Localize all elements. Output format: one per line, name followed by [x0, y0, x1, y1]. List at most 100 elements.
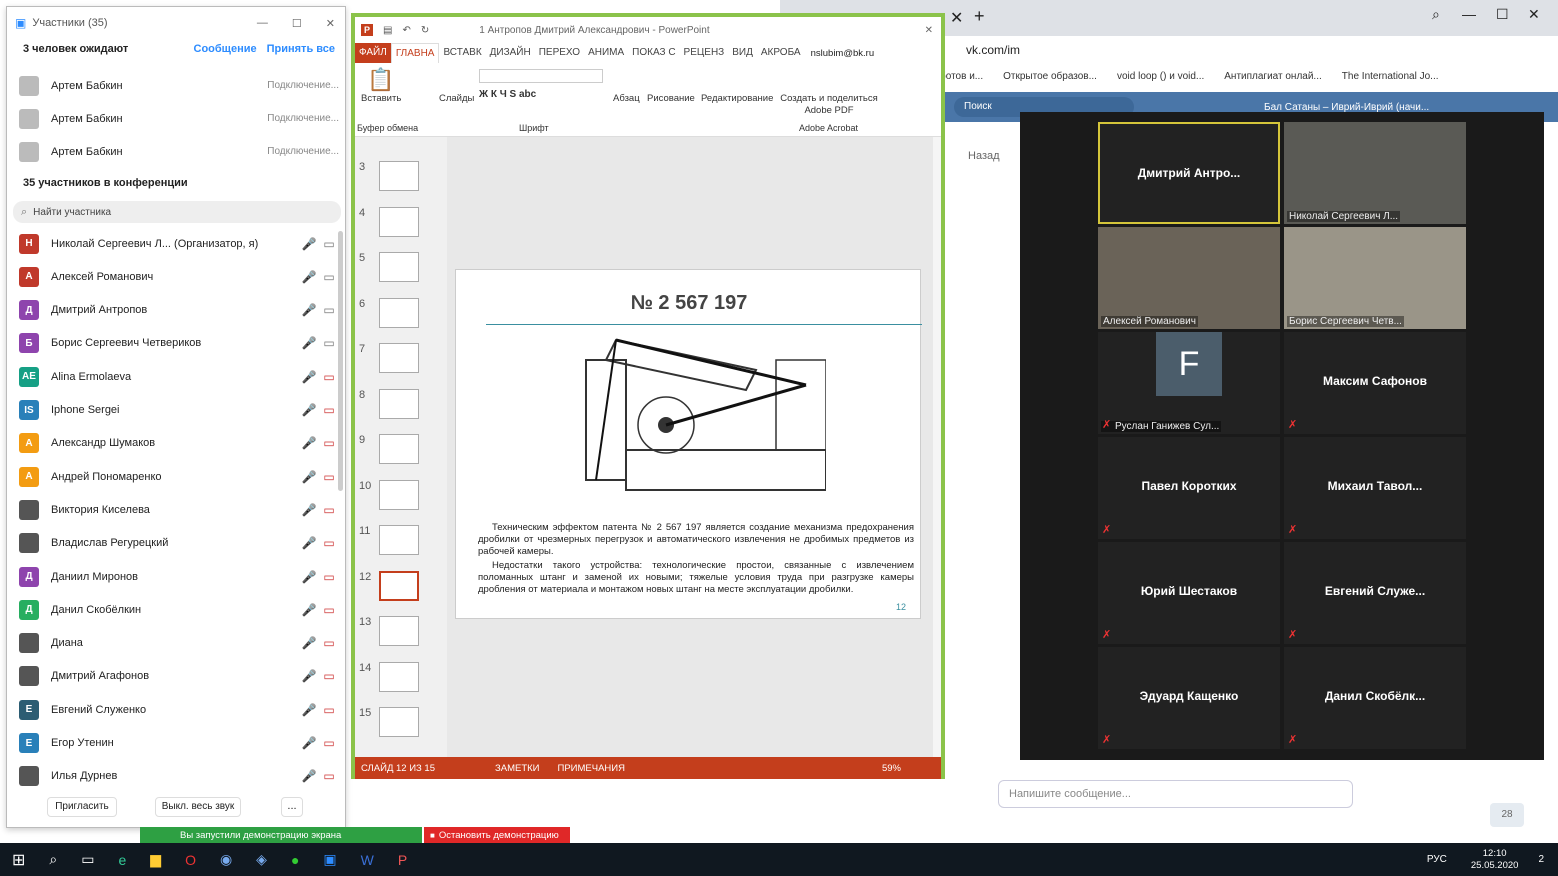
stop-share-button[interactable]: ■ Остановить демонстрацию [424, 827, 570, 843]
slide-thumbnail[interactable]: 7 [359, 343, 439, 387]
mic-icon[interactable]: 🎤 [299, 336, 319, 350]
zoom-taskbar-icon[interactable]: ▣ [323, 851, 336, 868]
video-off-icon[interactable]: ▭ [319, 636, 339, 650]
tab-slideshow[interactable]: ПОКАЗ С [628, 43, 679, 63]
mic-muted-icon[interactable]: 🎤 [299, 403, 319, 417]
comments-button[interactable]: ПРИМЕЧАНИЯ [558, 763, 625, 774]
video-icon[interactable]: ▭ [319, 237, 339, 251]
waiting-row[interactable]: Артем Бабкин Подключение... [19, 69, 339, 102]
video-tile[interactable]: Алексей Романович [1098, 227, 1280, 329]
video-off-icon[interactable]: ▭ [319, 403, 339, 417]
close-icon[interactable]: ✕ [1528, 6, 1540, 23]
video-icon[interactable]: ▭ [319, 303, 339, 317]
font-name-select[interactable] [479, 69, 603, 83]
mic-icon[interactable]: 🎤 [299, 303, 319, 317]
mic-muted-icon[interactable]: 🎤 [299, 636, 319, 650]
slide-thumbnail[interactable]: 11 [359, 525, 439, 569]
participant-row[interactable]: А Александр Шумаков 🎤 ▭ [19, 427, 339, 460]
share-pdf-button[interactable]: Создать и поделиться Adobe PDF [779, 93, 879, 117]
undo-icon[interactable]: ↶ [402, 25, 410, 36]
slide-thumbnail[interactable]: 14 [359, 661, 439, 706]
message-input[interactable]: Напишите сообщение... [998, 780, 1353, 808]
redo-icon[interactable]: ↻ [421, 25, 429, 36]
current-slide[interactable]: № 2 567 197 Техническим эффектом патента… [455, 269, 922, 619]
notes-button[interactable]: ЗАМЕТКИ [495, 763, 540, 774]
vertical-scrollbar[interactable] [933, 137, 941, 757]
participant-row[interactable]: Владислав Регурецкий 🎤 ▭ [19, 527, 339, 560]
participant-row[interactable]: Д Даниил Миронов 🎤 ▭ [19, 560, 339, 593]
mic-muted-icon[interactable]: 🎤 [299, 503, 319, 517]
drawing-button[interactable]: Рисование [647, 93, 695, 104]
opera-icon[interactable]: O [185, 852, 196, 868]
close-icon[interactable]: ✕ [925, 25, 933, 36]
mic-muted-icon[interactable]: 🎤 [299, 736, 319, 750]
participant-row[interactable]: IS Iphone Sergei 🎤 ▭ [19, 394, 339, 427]
close-icon[interactable]: ✕ [326, 17, 335, 30]
waiting-row[interactable]: Артем Бабкин Подключение... [19, 102, 339, 135]
participant-row[interactable]: Д Данил Скобёлкин 🎤 ▭ [19, 593, 339, 626]
tab-insert[interactable]: ВСТАВК [439, 43, 485, 63]
video-tile[interactable]: F Руслан Ганижев Сул... ✗ [1098, 332, 1280, 434]
slides-button[interactable]: Слайды [439, 93, 474, 104]
video-off-icon[interactable]: ▭ [319, 669, 339, 683]
video-tile[interactable]: Борис Сергеевич Четв... [1284, 227, 1466, 329]
video-off-icon[interactable]: ▭ [319, 769, 339, 783]
participant-row[interactable]: А Андрей Пономаренко 🎤 ▭ [19, 460, 339, 493]
minimize-icon[interactable]: — [257, 17, 268, 29]
bookmark-4[interactable]: Антиплагиат онлай... [1224, 71, 1322, 82]
user-account[interactable]: nslubim@bk.ru [811, 48, 875, 59]
slide-thumbnail[interactable]: 5 [359, 252, 439, 296]
video-icon[interactable]: ▭ [319, 270, 339, 284]
participant-row[interactable]: Е Евгений Служенко 🎤 ▭ [19, 693, 339, 726]
slide-thumbnail[interactable]: 4 [359, 206, 439, 251]
word-icon[interactable]: W [361, 852, 374, 868]
slide-thumbnail[interactable]: 13 [359, 616, 439, 660]
save-icon[interactable]: ▤ [383, 25, 392, 36]
mic-muted-icon[interactable]: 🎤 [299, 436, 319, 450]
maximize-icon[interactable]: ☐ [292, 17, 302, 30]
explorer-icon[interactable]: ▆ [150, 851, 161, 868]
tab-view[interactable]: ВИД [728, 43, 757, 63]
tab-acrobat[interactable]: АКРОБА [757, 43, 805, 63]
audio-track[interactable]: Бал Сатаны – Иврий-Иврий (начи... [1264, 102, 1429, 113]
mic-muted-icon[interactable]: 🎤 [299, 703, 319, 717]
video-tile[interactable]: Данил Скобёлк... ✗ [1284, 647, 1466, 749]
scrollbar[interactable] [338, 231, 343, 491]
mic-icon[interactable]: 🎤 [299, 270, 319, 284]
video-off-icon[interactable]: ▭ [319, 503, 339, 517]
slide-thumbnail[interactable]: 9 [359, 434, 439, 478]
slide-thumbnail[interactable]: 10 [359, 479, 439, 524]
tab-design[interactable]: ДИЗАЙН [486, 43, 535, 63]
maximize-icon[interactable]: ☐ [1496, 6, 1509, 23]
minimize-icon[interactable]: — [1462, 6, 1476, 22]
clock[interactable]: 12:10 25.05.2020 [1471, 848, 1519, 872]
address-bar[interactable]: vk.com/im [940, 38, 1558, 62]
video-tile[interactable]: Дмитрий Антро... [1098, 122, 1280, 224]
slide-thumbnail[interactable]: 3 [359, 161, 439, 205]
participant-row[interactable]: А Алексей Романович 🎤 ▭ [19, 260, 339, 293]
mic-muted-icon[interactable]: 🎤 [299, 370, 319, 384]
font-format-icons[interactable]: Ж К Ч S abc [479, 89, 536, 100]
slide-thumbnail[interactable]: 6 [359, 297, 439, 342]
bookmark-5[interactable]: The International Jo... [1342, 71, 1439, 82]
bookmark-3[interactable]: void loop () и void... [1117, 71, 1204, 82]
tab-transitions[interactable]: ПЕРЕХО [535, 43, 584, 63]
powerpoint-icon[interactable]: P [398, 852, 407, 868]
bookmark-1[interactable]: ботов и... [940, 71, 983, 82]
zoom-level[interactable]: 59% [882, 763, 901, 774]
mic-muted-icon[interactable]: 🎤 [299, 669, 319, 683]
video-tile[interactable]: Николай Сергеевич Л... [1284, 122, 1466, 224]
video-tile[interactable]: Евгений Служе... ✗ [1284, 542, 1466, 644]
task-view-icon[interactable]: ▭ [81, 851, 94, 868]
mic-muted-icon[interactable]: 🎤 [299, 570, 319, 584]
more-button[interactable]: ... [281, 797, 303, 817]
language-indicator[interactable]: РУС [1427, 854, 1447, 865]
chat-count-badge[interactable]: 28 [1490, 803, 1524, 827]
video-off-icon[interactable]: ▭ [319, 736, 339, 750]
search-icon[interactable]: ⌕ [1432, 6, 1440, 23]
start-icon[interactable]: ⊞ [12, 850, 25, 870]
edge-icon[interactable]: e [118, 852, 126, 868]
new-tab-icon[interactable]: + [974, 6, 985, 27]
video-off-icon[interactable]: ▭ [319, 470, 339, 484]
paragraph-button[interactable]: Абзац [613, 93, 640, 104]
